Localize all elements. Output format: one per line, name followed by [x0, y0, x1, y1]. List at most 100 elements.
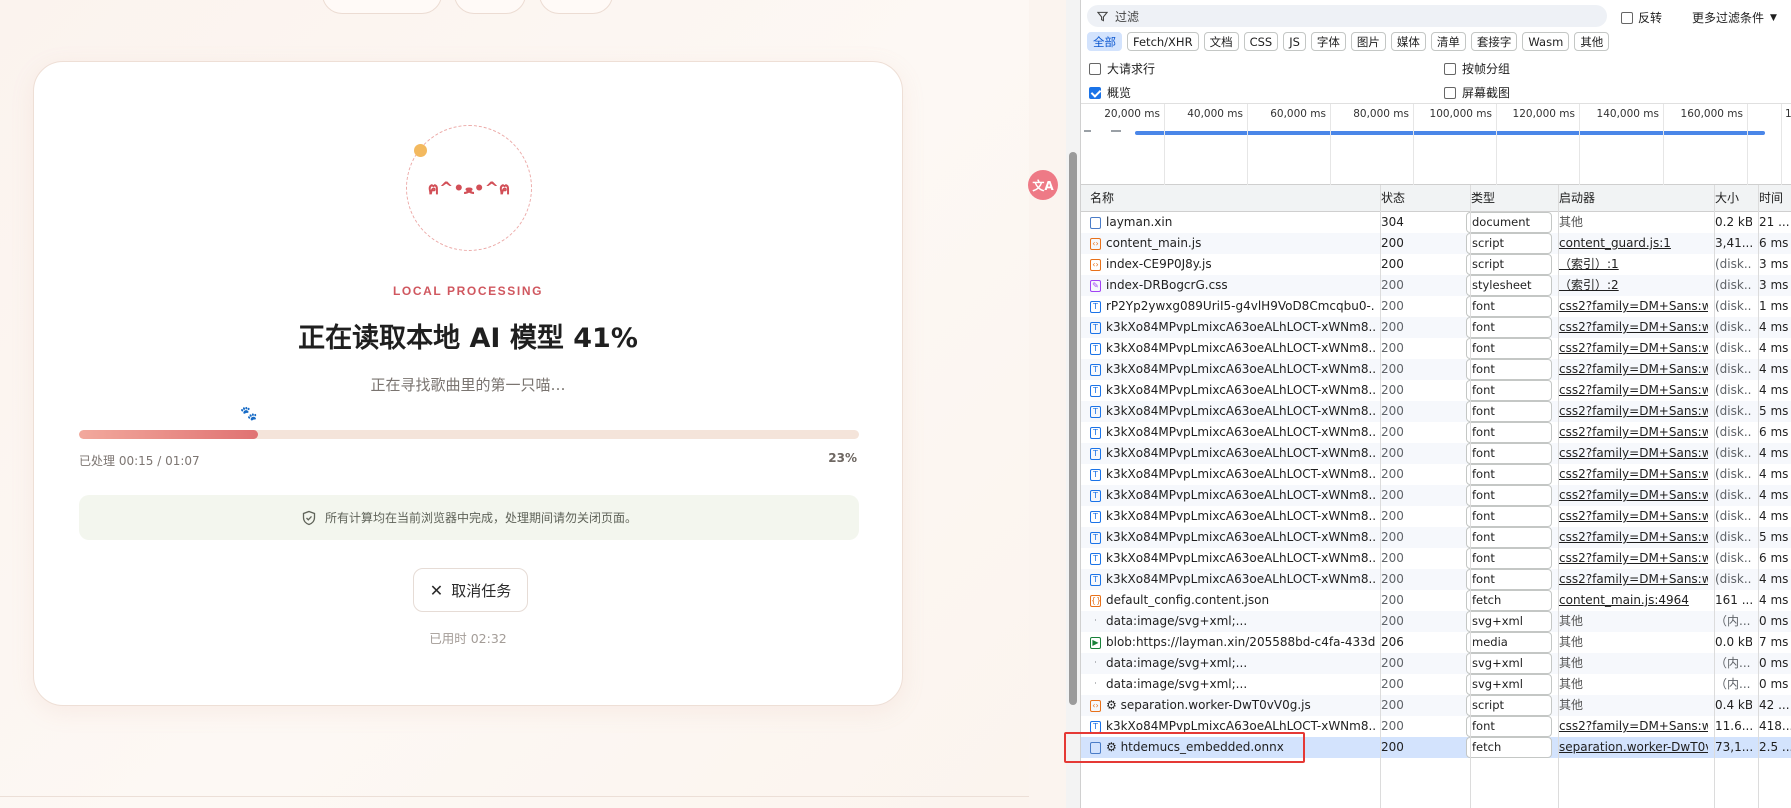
type-filter-chip[interactable]: CSS [1243, 32, 1279, 51]
request-initiator-cell[interactable]: （索引）:1 [1554, 254, 1708, 275]
screenshots-option[interactable]: 屏幕截图 [1444, 84, 1510, 101]
column-header[interactable]: 名称 [1085, 185, 1114, 212]
type-filter-chip[interactable]: 全部 [1087, 32, 1122, 51]
type-filter-chip[interactable]: JS [1283, 32, 1306, 51]
request-initiator-cell[interactable]: （索引）:2 [1554, 275, 1708, 296]
big-rows-option[interactable]: 大请求行 [1089, 60, 1155, 77]
translate-icon[interactable]: 文A [1028, 170, 1058, 200]
type-filter-chip[interactable]: 图片 [1350, 32, 1386, 51]
type-filter-chip[interactable]: 套接字 [1470, 32, 1518, 51]
timeline-tick-label: 140,000 ms [1596, 108, 1659, 120]
group-by-frame-option[interactable]: 按帧分组 [1444, 60, 1510, 77]
selection-highlight-box [1064, 732, 1305, 763]
column-divider[interactable] [1758, 185, 1759, 808]
type-filter-chip[interactable]: Wasm [1522, 32, 1570, 51]
table-row[interactable]: ‹› content_main.js 200 script content_guard.… [1081, 233, 1791, 254]
table-row[interactable]: Tk3kXo84MPvpLmixcA63oeALhLOCT-xWNm8... 20… [1081, 485, 1791, 506]
table-row[interactable]: Tk3kXo84MPvpLmixcA63oeALhLOCT-xWNm8... 20… [1081, 359, 1791, 380]
table-row[interactable]: Tk3kXo84MPvpLmixcA63oeALhLOCT-xWNm8... 20… [1081, 464, 1791, 485]
request-time-cell: 7 ms [1759, 635, 1789, 649]
request-initiator-cell[interactable]: css2?family=DM+Sans:wo [1554, 569, 1708, 590]
table-row[interactable]: ‹› ⚙ separation.worker-DwT0vV0g.js 200 scri… [1081, 695, 1791, 716]
request-time-cell: 4 ms [1759, 341, 1789, 355]
request-initiator-cell[interactable]: css2?family=DM+Sans:wo [1554, 506, 1708, 527]
filter-input[interactable]: 过滤 [1087, 5, 1607, 27]
request-initiator-cell[interactable]: css2?family=DM+Sans:wo [1554, 296, 1708, 317]
request-initiator-cell[interactable]: css2?family=DM+Sans:wo [1554, 317, 1708, 338]
request-initiator-cell[interactable]: css2?family=DM+Sans:wo [1554, 359, 1708, 380]
request-initiator-cell[interactable]: css2?family=DM+Sans:wo [1554, 443, 1708, 464]
table-row[interactable]: Tk3kXo84MPvpLmixcA63oeALhLOCT-xWNm8... 20… [1081, 569, 1791, 590]
table-row[interactable]: Tk3kXo84MPvpLmixcA63oeALhLOCT-xWNm8... 20… [1081, 338, 1791, 359]
column-divider[interactable] [1380, 185, 1381, 808]
table-row[interactable]: Tk3kXo84MPvpLmixcA63oeALhLOCT-xWNm8... 20… [1081, 401, 1791, 422]
table-row[interactable]: Tk3kXo84MPvpLmixcA63oeALhLOCT-xWNm8... 20… [1081, 422, 1791, 443]
request-time-cell: 4 ms [1759, 383, 1789, 397]
table-row[interactable]: Tk3kXo84MPvpLmixcA63oeALhLOCT-xWNm8... 20… [1081, 317, 1791, 338]
table-row[interactable]: Tk3kXo84MPvpLmixcA63oeALhLOCT-xWNm8... 20… [1081, 548, 1791, 569]
overview-option[interactable]: 概览 [1089, 84, 1131, 101]
scrollbar-thumb[interactable] [1069, 152, 1077, 705]
column-divider[interactable] [1714, 185, 1715, 808]
request-initiator-cell[interactable]: content_main.js:4964 [1554, 590, 1708, 611]
column-divider[interactable] [1558, 185, 1559, 808]
request-initiator-cell[interactable]: css2?family=DM+Sans:wo [1554, 422, 1708, 443]
checkbox-checked[interactable] [1089, 86, 1101, 99]
more-filters-dropdown[interactable]: 更多过滤条件 ▼ [1692, 9, 1777, 26]
request-initiator-cell[interactable]: css2?family=DM+Sans:wo [1554, 401, 1708, 422]
filter-placeholder: 过滤 [1115, 9, 1140, 24]
column-divider[interactable] [1470, 185, 1471, 808]
top-chip[interactable] [322, 0, 442, 14]
panel-gap [1029, 0, 1066, 808]
type-filter-chip[interactable]: 媒体 [1390, 32, 1426, 51]
table-row[interactable]: · data:image/svg+xml;... 200 svg+xml 其他 （内...… [1081, 674, 1791, 695]
table-row[interactable]: ✎ index-DRBogcrG.css 200 stylesheet （索引）:2 (d… [1081, 275, 1791, 296]
type-filter-chip[interactable]: 其他 [1574, 32, 1610, 51]
type-filter-chip[interactable]: 文档 [1203, 32, 1239, 51]
orbit-dot [414, 144, 427, 157]
request-status-cell: 200 [1381, 341, 1404, 355]
request-initiator-cell[interactable]: content_guard.js:1 [1554, 233, 1708, 254]
cancel-task-button[interactable]: ✕ 取消任务 [413, 568, 528, 612]
request-name-cell: · data:image/svg+xml;... [1085, 674, 1375, 695]
request-initiator-cell[interactable]: css2?family=DM+Sans:wo [1554, 548, 1708, 569]
request-initiator-cell[interactable]: css2?family=DM+Sans:wo [1554, 380, 1708, 401]
column-header[interactable]: 启动器 [1554, 185, 1595, 212]
type-filter-chip[interactable]: 字体 [1310, 32, 1346, 51]
top-chip[interactable] [454, 0, 526, 14]
table-row[interactable]: · data:image/svg+xml;... 200 svg+xml 其他 （内...… [1081, 653, 1791, 674]
checkbox[interactable] [1444, 86, 1456, 99]
request-size-cell: (disk... [1715, 425, 1752, 439]
request-type-cell: font [1466, 296, 1552, 317]
request-initiator-cell[interactable]: css2?family=DM+Sans:wo [1554, 338, 1708, 359]
privacy-notice: 所有计算均在当前浏览器中完成，处理期间请勿关闭页面。 [79, 495, 859, 540]
type-filter-chip[interactable]: Fetch/XHR [1127, 32, 1199, 51]
checkbox[interactable] [1444, 62, 1456, 75]
table-row[interactable]: · data:image/svg+xml;... 200 svg+xml 其他 （内...… [1081, 611, 1791, 632]
table-row[interactable]: ▶ blob:https://layman.xin/205588bd-c4fa-4… [1081, 632, 1791, 653]
chevron-down-icon: ▼ [1770, 12, 1777, 23]
type-filter-chip[interactable]: 清单 [1430, 32, 1466, 51]
table-row[interactable]: {} default_config.content.json 200 fetch con… [1081, 590, 1791, 611]
request-initiator-cell[interactable]: css2?family=DM+Sans:wo [1554, 464, 1708, 485]
top-chip[interactable] [539, 0, 613, 14]
request-status-cell: 200 [1381, 656, 1404, 670]
page-scrollbar[interactable] [1066, 0, 1080, 808]
table-row[interactable]: layman.xin 304 document 其他 0.2 kB 21 ... [1081, 212, 1791, 233]
checkbox[interactable] [1089, 62, 1101, 75]
request-size-cell: (disk... [1715, 383, 1752, 397]
table-row[interactable]: ‹› index-CE9P0J8y.js 200 script （索引）:1 (disk.… [1081, 254, 1791, 275]
table-row[interactable]: Tk3kXo84MPvpLmixcA63oeALhLOCT-xWNm8... 20… [1081, 380, 1791, 401]
request-initiator-cell[interactable]: css2?family=DM+Sans:wo [1554, 485, 1708, 506]
table-row[interactable]: Tk3kXo84MPvpLmixcA63oeALhLOCT-xWNm8... 20… [1081, 443, 1791, 464]
request-type-cell: font [1466, 464, 1552, 485]
table-row[interactable]: Tk3kXo84MPvpLmixcA63oeALhLOCT-xWNm8... 20… [1081, 527, 1791, 548]
checkbox[interactable] [1621, 11, 1633, 24]
request-initiator-cell[interactable]: css2?family=DM+Sans:wo [1554, 527, 1708, 548]
table-row[interactable]: Tk3kXo84MPvpLmixcA63oeALhLOCT-xWNm8... 20… [1081, 506, 1791, 527]
request-initiator-cell[interactable]: css2?family=DM+Sans:wo [1554, 716, 1708, 737]
network-overview-timeline[interactable]: 20,000 ms 40,000 ms 60,000 ms 80,000 ms 100,… [1081, 103, 1791, 186]
table-row[interactable]: TrP2Yp2ywxg089UriI5-g4vlH9VoD8Cmcqbu0-..… [1081, 296, 1791, 317]
request-initiator-cell[interactable]: separation.worker-DwT0v [1554, 737, 1708, 758]
invert-checkbox[interactable]: 反转 [1621, 9, 1662, 26]
